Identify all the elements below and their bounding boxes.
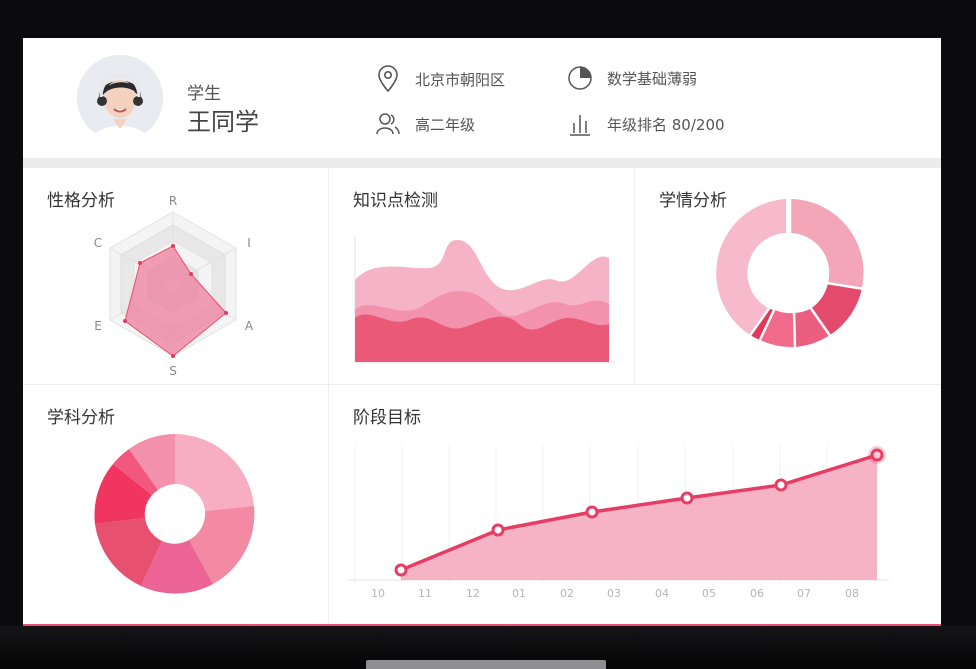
goals-panel: 阶段目标 10 11 12 01 02 03 04 05 06 07 08	[329, 385, 941, 626]
radar-point	[138, 261, 142, 265]
radar-axis-label: C	[94, 236, 102, 250]
weakness-text: 数学基础薄弱	[607, 69, 698, 88]
student-name: 王同学	[187, 108, 259, 136]
goal-area	[401, 455, 877, 580]
users-icon	[376, 113, 400, 135]
x-tick-label: 05	[702, 587, 716, 600]
x-tick-label: 01	[512, 587, 526, 600]
goal-point	[491, 523, 505, 537]
subjects-donut-chart	[94, 434, 255, 594]
knowledge-series-3	[355, 314, 609, 362]
goal-point-halo	[868, 446, 886, 464]
donut-slice	[790, 199, 864, 288]
x-tick-label: 11	[418, 587, 432, 600]
goal-point	[680, 491, 694, 505]
dashboard: 学生 王同学 北京市朝阳区 高二年级 数学基础薄弱 年级排名 80/200 性格…	[23, 38, 941, 626]
grade-info: 高二年级	[375, 111, 475, 137]
x-tick-label: 12	[466, 587, 480, 600]
x-tick-label: 03	[607, 587, 621, 600]
x-tick-label: 07	[797, 587, 811, 600]
learning-panel: 学情分析	[635, 168, 941, 384]
grade-text: 高二年级	[415, 115, 476, 134]
location-pin-icon	[378, 65, 398, 93]
x-tick-label: 02	[560, 587, 574, 600]
ranking-text: 年级排名 80/200	[607, 115, 725, 134]
goal-point	[585, 505, 599, 519]
bar-chart-icon	[570, 115, 590, 136]
radar-point	[171, 354, 175, 358]
knowledge-area-chart	[354, 236, 615, 363]
radar-point	[224, 311, 228, 315]
pie-chart-icon	[568, 66, 592, 90]
monitor-stand	[366, 660, 606, 669]
x-tick-label: 04	[655, 587, 669, 600]
radar-point	[123, 319, 127, 323]
x-tick-label: 06	[750, 587, 764, 600]
knowledge-panel: 知识点检测	[329, 168, 634, 384]
radar-axis-label: R	[169, 194, 177, 208]
subjects-panel: 学科分析	[23, 385, 328, 626]
x-tick-label: 08	[845, 587, 859, 600]
goal-point	[774, 478, 788, 492]
donut-slice	[175, 434, 254, 511]
radar-chart: R I A S E C	[94, 194, 254, 378]
location-text: 北京市朝阳区	[415, 70, 506, 89]
header-divider	[23, 158, 941, 168]
personality-panel: 性格分析 R I A S E C	[23, 168, 328, 384]
radar-axis-label: A	[245, 319, 254, 333]
location-info: 北京市朝阳区	[375, 65, 505, 93]
radar-axis-label: I	[247, 236, 251, 250]
student-header: 学生 王同学 北京市朝阳区 高二年级 数学基础薄弱 年级排名 80/200	[23, 38, 941, 158]
role-label: 学生	[187, 84, 221, 104]
radar-point	[171, 244, 175, 248]
radar-point	[189, 272, 193, 276]
avatar[interactable]	[77, 55, 163, 141]
radar-axis-label: E	[94, 319, 102, 333]
radar-axis-label: S	[169, 364, 177, 378]
stage-goal-chart: 10 11 12 01 02 03 04 05 06 07 08	[347, 445, 889, 600]
ranking-info: 年级排名 80/200	[567, 111, 725, 137]
learning-donut-chart	[716, 197, 865, 350]
goal-point	[394, 563, 408, 577]
weakness-info: 数学基础薄弱	[567, 65, 697, 91]
x-tick-label: 10	[371, 587, 385, 600]
